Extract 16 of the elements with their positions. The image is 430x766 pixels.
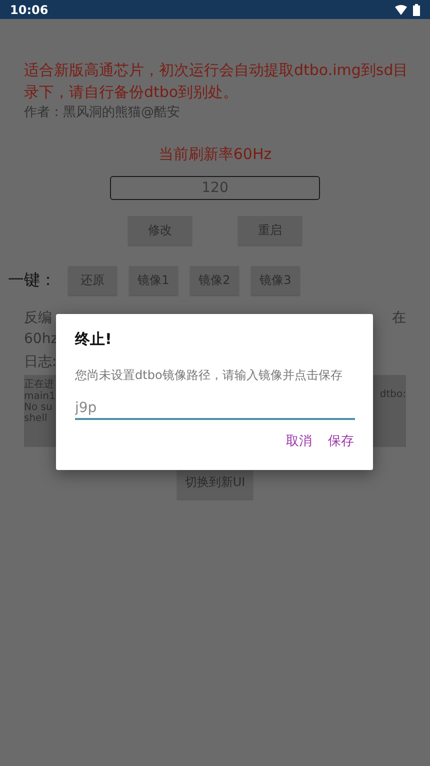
dialog-button[interactable]: 保存 <box>328 432 354 450</box>
current-rate-text: 当前刷新率60Hz <box>157 145 273 164</box>
notice-text: 适合新版高通芯片，初次运行会自动提取dtbo.img到sd目录下，请自行备份dtbo到别处。 <box>24 60 410 103</box>
wifi-icon <box>395 4 407 14</box>
dialog-message: 您尚未设置dtbo镜像路径，请输入镜像并点击保存 <box>75 367 344 384</box>
battery-icon <box>413 4 420 16</box>
hint-text: 反编 <box>24 309 52 327</box>
hint-text: 在 <box>392 309 406 327</box>
one-key-label: 一键： <box>8 270 56 291</box>
path-input-field[interactable]: j9p <box>75 398 355 420</box>
dialog-button[interactable]: 取消 <box>286 432 312 450</box>
clock: 10:06 <box>10 2 48 16</box>
hint-text: 60hz <box>24 331 58 347</box>
dialog-title: 终止! <box>75 330 113 349</box>
author-text: 作者：黑风洞的熊猫@酷安 <box>24 104 181 121</box>
log-label: 日志: <box>24 354 57 370</box>
